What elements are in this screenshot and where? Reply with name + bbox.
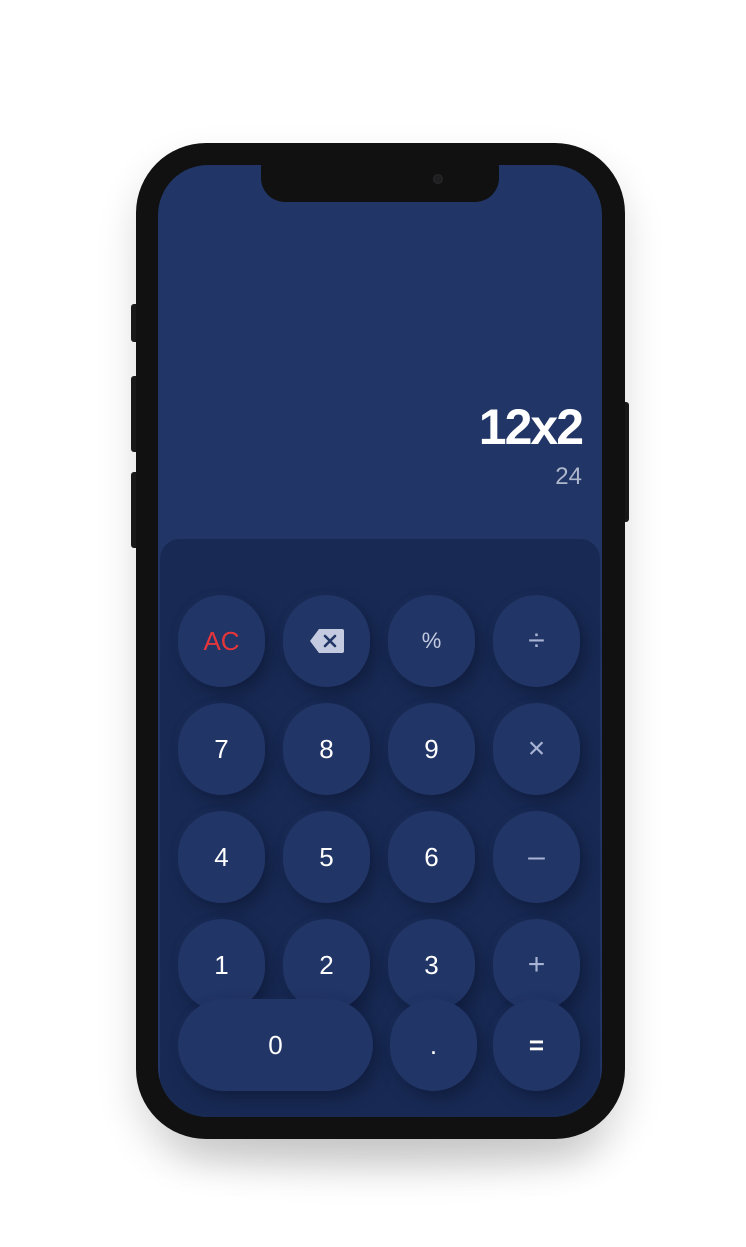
result-text: 24	[555, 463, 582, 490]
expression-text: 12x2	[478, 399, 584, 455]
calculator-display: 12x2 24	[478, 397, 584, 493]
digit-7-button[interactable]: 7	[178, 703, 265, 795]
backspace-button[interactable]	[283, 595, 370, 687]
decimal-button[interactable]: .	[390, 999, 477, 1091]
digit-6-button[interactable]: 6	[388, 811, 475, 903]
digit-2-button[interactable]: 2	[283, 919, 370, 1011]
add-button[interactable]: +	[493, 919, 580, 1011]
backspace-icon	[309, 629, 344, 653]
digit-0-button[interactable]: 0	[178, 999, 373, 1091]
camera-icon	[433, 174, 443, 184]
clear-button[interactable]: AC	[178, 595, 265, 687]
notch	[261, 165, 499, 202]
calculator-screen: 12x2 24 AC % ÷ 7 8 9 × 4 5 6 – 1 2 3 + 0…	[158, 165, 602, 1117]
digit-1-button[interactable]: 1	[178, 919, 265, 1011]
subtract-button[interactable]: –	[493, 811, 580, 903]
multiply-button[interactable]: ×	[493, 703, 580, 795]
digit-9-button[interactable]: 9	[388, 703, 475, 795]
equals-button[interactable]: =	[493, 999, 580, 1091]
stage: 12x2 24 AC % ÷ 7 8 9 × 4 5 6 – 1 2 3 + 0…	[0, 0, 746, 1247]
percent-button[interactable]: %	[388, 595, 475, 687]
digit-8-button[interactable]: 8	[283, 703, 370, 795]
digit-3-button[interactable]: 3	[388, 919, 475, 1011]
digit-5-button[interactable]: 5	[283, 811, 370, 903]
divide-button[interactable]: ÷	[493, 595, 580, 687]
keypad: AC % ÷ 7 8 9 × 4 5 6 – 1 2 3 + 0 . =	[160, 539, 600, 1117]
digit-4-button[interactable]: 4	[178, 811, 265, 903]
